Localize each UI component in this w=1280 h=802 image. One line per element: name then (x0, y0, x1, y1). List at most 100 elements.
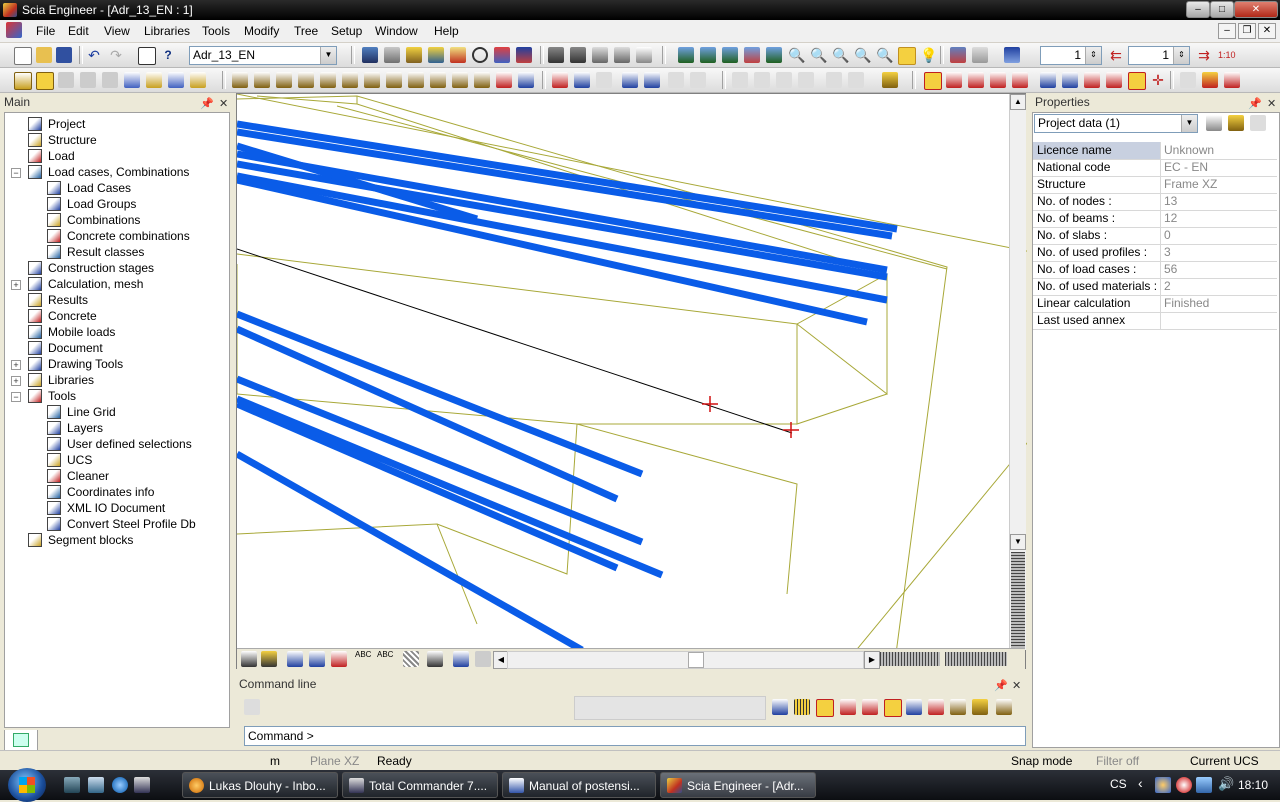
properties-selector[interactable]: Project data (1) ▼ (1034, 114, 1198, 133)
document-icon[interactable] (6, 22, 22, 38)
report-icon[interactable] (636, 47, 652, 63)
tray-app-icon[interactable] (1155, 777, 1171, 793)
window-layout-icon[interactable] (1004, 47, 1020, 63)
horizontal-scrollbar[interactable] (507, 651, 864, 669)
start-button[interactable] (8, 768, 46, 802)
property-row[interactable]: Licence name Unknown (1033, 142, 1277, 160)
project-combo[interactable]: Adr_13_EN ▼ (189, 46, 337, 65)
tree-item[interactable]: Structure (0, 132, 228, 148)
properties-toggle-icon[interactable] (138, 47, 156, 65)
tree-item[interactable]: − Load cases, Combinations (0, 164, 228, 180)
menu-help[interactable]: Help (434, 24, 459, 38)
mode-icon[interactable] (946, 72, 962, 88)
labels-off-icon[interactable]: ABC (377, 651, 393, 667)
mdi-minimize-button[interactable]: – (1218, 23, 1236, 39)
snap-mid-icon[interactable] (840, 699, 856, 715)
break-icon[interactable] (474, 72, 490, 88)
menu-tools[interactable]: Tools (202, 24, 230, 38)
scroll-down-arrow-icon[interactable]: ▼ (1010, 534, 1026, 550)
tree-item[interactable]: Concrete combinations (0, 228, 228, 244)
move-icon[interactable] (254, 72, 270, 88)
help-icon[interactable]: ? (160, 47, 176, 63)
array-icon[interactable] (342, 72, 358, 88)
property-row[interactable]: Linear calculation Finished (1033, 295, 1277, 313)
shade-icon[interactable] (428, 47, 444, 63)
view-parameters-icon[interactable] (972, 47, 988, 63)
expand-icon[interactable]: + (11, 360, 21, 370)
property-row[interactable]: Structure Frame XZ (1033, 176, 1277, 194)
mode-icon[interactable] (1062, 72, 1078, 88)
pin-icon[interactable]: 📌 (1248, 95, 1262, 113)
menu-file[interactable]: File (36, 24, 55, 38)
switch-windows-icon[interactable] (88, 777, 104, 793)
scroll-up-arrow-icon[interactable]: ▲ (1010, 94, 1026, 110)
scia-app-icon[interactable] (3, 3, 17, 17)
tree-item[interactable]: Construction stages (0, 260, 228, 276)
show-desktop-icon[interactable] (64, 777, 80, 793)
snap-center-icon[interactable] (928, 699, 944, 715)
zoom-in-icon[interactable]: 🔍 (788, 47, 805, 63)
tree-item[interactable]: Result classes (0, 244, 228, 260)
select-active-icon[interactable] (36, 72, 54, 90)
scroll-right-arrow-icon[interactable]: ▶ (864, 651, 880, 669)
snap-tangent-icon[interactable] (950, 699, 966, 715)
tray-antivirus-icon[interactable] (1176, 777, 1192, 793)
tool-icon[interactable] (1202, 72, 1218, 88)
spinner-arrows-icon[interactable]: ⇕ (1173, 47, 1189, 64)
tree-item[interactable]: Mobile loads (0, 324, 228, 340)
mode-icon[interactable] (990, 72, 1006, 88)
property-row[interactable]: No. of used profiles : 3 (1033, 244, 1277, 262)
dimension-icon[interactable] (427, 651, 443, 667)
tree-item[interactable]: Concrete (0, 308, 228, 324)
tree-tab[interactable] (4, 730, 38, 751)
task-manual[interactable]: Manual of postensi... (502, 772, 656, 798)
property-row[interactable]: No. of used materials : 2 (1033, 278, 1277, 296)
close-icon[interactable]: ✕ (1012, 677, 1021, 695)
zoom-node-icon[interactable] (744, 47, 760, 63)
load-tool-icon[interactable] (622, 72, 638, 88)
zoom-wheel-slider[interactable] (945, 652, 1007, 666)
chevron-down-icon[interactable]: ▼ (1181, 115, 1197, 132)
mode-active-icon[interactable] (1128, 72, 1146, 90)
snap-node-icon[interactable] (496, 72, 512, 88)
mode-icon[interactable] (1040, 72, 1056, 88)
mdi-restore-button[interactable]: ❐ (1238, 23, 1256, 39)
mode-active-icon[interactable] (924, 72, 942, 90)
property-row[interactable]: No. of nodes : 13 (1033, 193, 1277, 211)
network-icon[interactable] (1196, 777, 1212, 793)
tree-item[interactable]: Document (0, 340, 228, 356)
rotate-icon[interactable] (276, 72, 292, 88)
tool-icon[interactable] (1224, 72, 1240, 88)
scale-tool-icon[interactable] (320, 72, 336, 88)
connect-icon[interactable] (574, 72, 590, 88)
property-row[interactable]: No. of slabs : 0 (1033, 227, 1277, 245)
clock[interactable]: 18:10 (1238, 778, 1268, 792)
status-filter[interactable]: Filter off (1096, 753, 1139, 769)
tree-item[interactable]: Load Groups (0, 196, 228, 212)
stretch-icon[interactable] (364, 72, 380, 88)
status-snap-mode[interactable]: Snap mode (1011, 753, 1072, 769)
save-quicklaunch-icon[interactable] (134, 777, 150, 793)
snap-end-icon[interactable] (816, 699, 834, 717)
spinner-arrows-icon[interactable]: ⇕ (1085, 47, 1101, 64)
open-folder-icon[interactable] (36, 47, 52, 63)
folder-icon[interactable] (882, 72, 898, 88)
tree-item[interactable]: Results (0, 292, 228, 308)
zoom-dynamic-icon[interactable]: 🔍 (876, 47, 893, 63)
zoom-next-icon[interactable]: 🔍 (854, 47, 871, 63)
mode-icon[interactable] (968, 72, 984, 88)
support-icon[interactable] (190, 72, 206, 88)
snap-options-icon[interactable] (996, 699, 1012, 715)
render-icon[interactable] (406, 47, 422, 63)
lightbulb-icon[interactable]: 💡 (920, 47, 937, 63)
property-row[interactable]: No. of beams : 12 (1033, 210, 1277, 228)
tree-item[interactable]: + Libraries (0, 372, 228, 388)
grid-icon[interactable] (403, 651, 419, 667)
menu-window[interactable]: Window (375, 24, 418, 38)
tree-item[interactable]: Convert Steel Profile Db (0, 516, 228, 532)
tree-item[interactable]: Segment blocks (0, 532, 228, 548)
rotation-slider[interactable] (880, 652, 940, 666)
split-icon[interactable] (386, 72, 402, 88)
picture-icon[interactable] (516, 47, 532, 63)
vertical-scrollbar[interactable]: ▲ ▼ (1009, 94, 1026, 650)
